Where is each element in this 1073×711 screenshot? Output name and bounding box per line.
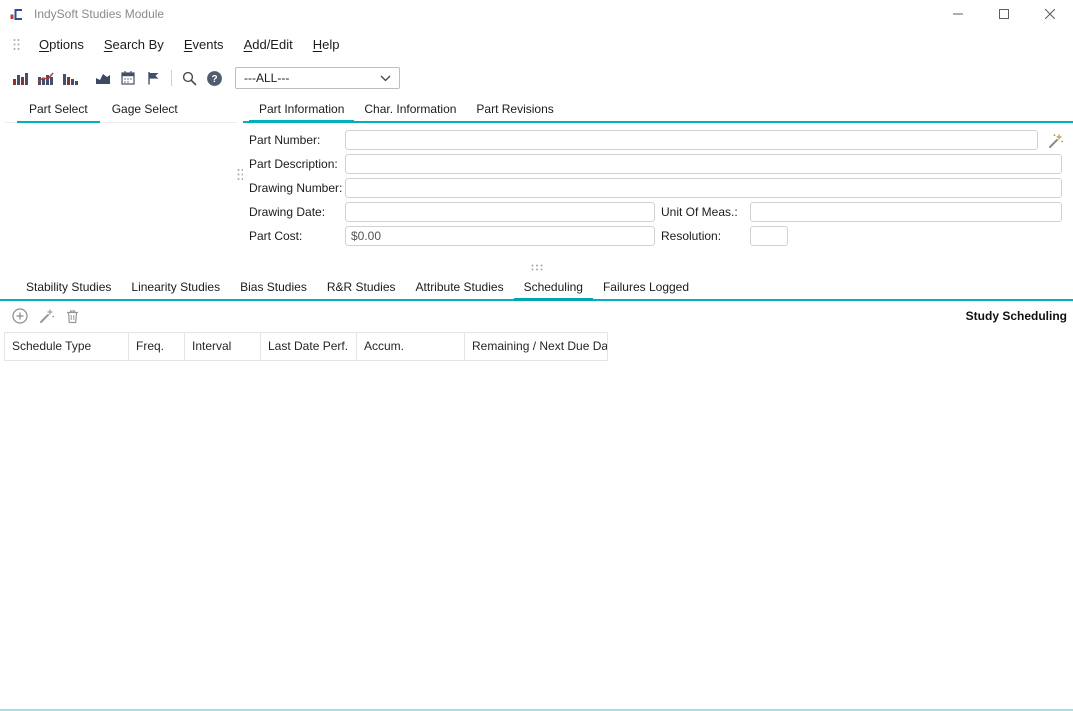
flag-icon[interactable] [143,68,163,88]
unit-of-meas-label: Unit Of Meas.: [661,202,738,222]
resolution-input[interactable] [750,226,788,246]
close-button[interactable] [1027,0,1073,28]
drawing-number-label: Drawing Number: [249,178,342,198]
part-description-label: Part Description: [249,154,338,174]
menu-options[interactable]: Options [37,34,86,55]
part-lookup-wand-icon[interactable] [1046,132,1064,150]
application-window: IndySoft Studies Module Options Search B… [0,0,1073,711]
tab-rr-studies[interactable]: R&R Studies [317,276,406,299]
tab-part-information[interactable]: Part Information [249,97,354,123]
linearity-chart-icon[interactable] [35,68,55,88]
part-cost-input[interactable] [345,226,655,246]
part-number-label: Part Number: [249,130,320,150]
tab-failures-logged[interactable]: Failures Logged [593,276,699,299]
column-header-schedule-type[interactable]: Schedule Type [5,333,129,361]
select-tabs: Part Select Gage Select [5,97,237,123]
help-glyph: ? [211,74,217,85]
part-description-input[interactable] [345,154,1062,174]
calendar-icon[interactable] [118,68,138,88]
scheduling-grid-header: Schedule Type Freq. Interval Last Date P… [4,332,608,361]
bias-chart-icon[interactable] [60,68,80,88]
scheduling-grid-body[interactable] [0,361,1073,709]
drawing-date-input[interactable] [345,202,655,222]
tab-gage-select[interactable]: Gage Select [100,97,190,122]
filter-dropdown-value: ---ALL--- [244,71,380,85]
menu-add-edit[interactable]: Add/Edit [242,34,295,55]
window-title: IndySoft Studies Module [34,7,164,21]
part-cost-label: Part Cost: [249,226,302,246]
help-icon[interactable]: ? [204,68,224,88]
area-chart-icon[interactable] [93,68,113,88]
tab-scheduling[interactable]: Scheduling [514,276,593,301]
part-information-panel: Part Information Char. Information Part … [243,97,1073,262]
scheduling-panel-title: Study Scheduling [966,309,1067,323]
tab-attribute-studies[interactable]: Attribute Studies [406,276,514,299]
window-controls [935,0,1073,28]
maximize-button[interactable] [981,0,1027,28]
part-number-input[interactable] [345,130,1038,150]
app-logo-icon [9,6,26,23]
trash-icon[interactable] [62,306,82,326]
filter-dropdown[interactable]: ---ALL--- [235,67,400,89]
drawing-date-label: Drawing Date: [249,202,325,222]
part-select-list[interactable] [5,123,237,262]
part-info-tabs: Part Information Char. Information Part … [243,97,1073,123]
column-header-interval[interactable]: Interval [185,333,261,361]
tab-part-select[interactable]: Part Select [17,97,100,123]
column-header-accum[interactable]: Accum. [357,333,465,361]
title-bar: IndySoft Studies Module [0,0,1073,28]
tab-bias-studies[interactable]: Bias Studies [230,276,317,299]
menu-search-by[interactable]: Search By [102,34,166,55]
wand-icon[interactable] [36,306,56,326]
add-circle-icon[interactable] [10,306,30,326]
unit-of-meas-input[interactable] [750,202,1062,222]
tab-part-revisions[interactable]: Part Revisions [466,97,563,121]
menu-grip-handle[interactable] [12,38,21,51]
column-header-freq[interactable]: Freq. [129,333,185,361]
column-header-remaining-next-due[interactable]: Remaining / Next Due Da [465,333,608,361]
stability-chart-icon[interactable] [10,68,30,88]
studies-tab-strip: Stability Studies Linearity Studies Bias… [0,276,1073,301]
scheduling-toolbar: Study Scheduling [0,303,1073,329]
main-toolbar: ? ---ALL--- [0,61,1073,95]
tab-stability-studies[interactable]: Stability Studies [16,276,121,299]
select-panel: Part Select Gage Select [5,97,237,262]
chevron-down-icon [380,75,391,82]
menu-bar: Options Search By Events Add/Edit Help [0,28,1073,61]
search-icon[interactable] [179,68,199,88]
tab-linearity-studies[interactable]: Linearity Studies [121,276,230,299]
resolution-label: Resolution: [661,226,721,246]
column-header-last-date-perf[interactable]: Last Date Perf. [261,333,357,361]
tab-char-information[interactable]: Char. Information [354,97,466,121]
menu-events[interactable]: Events [182,34,226,55]
toolbar-separator [171,70,172,86]
drawing-number-input[interactable] [345,178,1062,198]
menu-help[interactable]: Help [311,34,342,55]
horizontal-splitter-handle[interactable] [530,261,544,275]
minimize-button[interactable] [935,0,981,28]
